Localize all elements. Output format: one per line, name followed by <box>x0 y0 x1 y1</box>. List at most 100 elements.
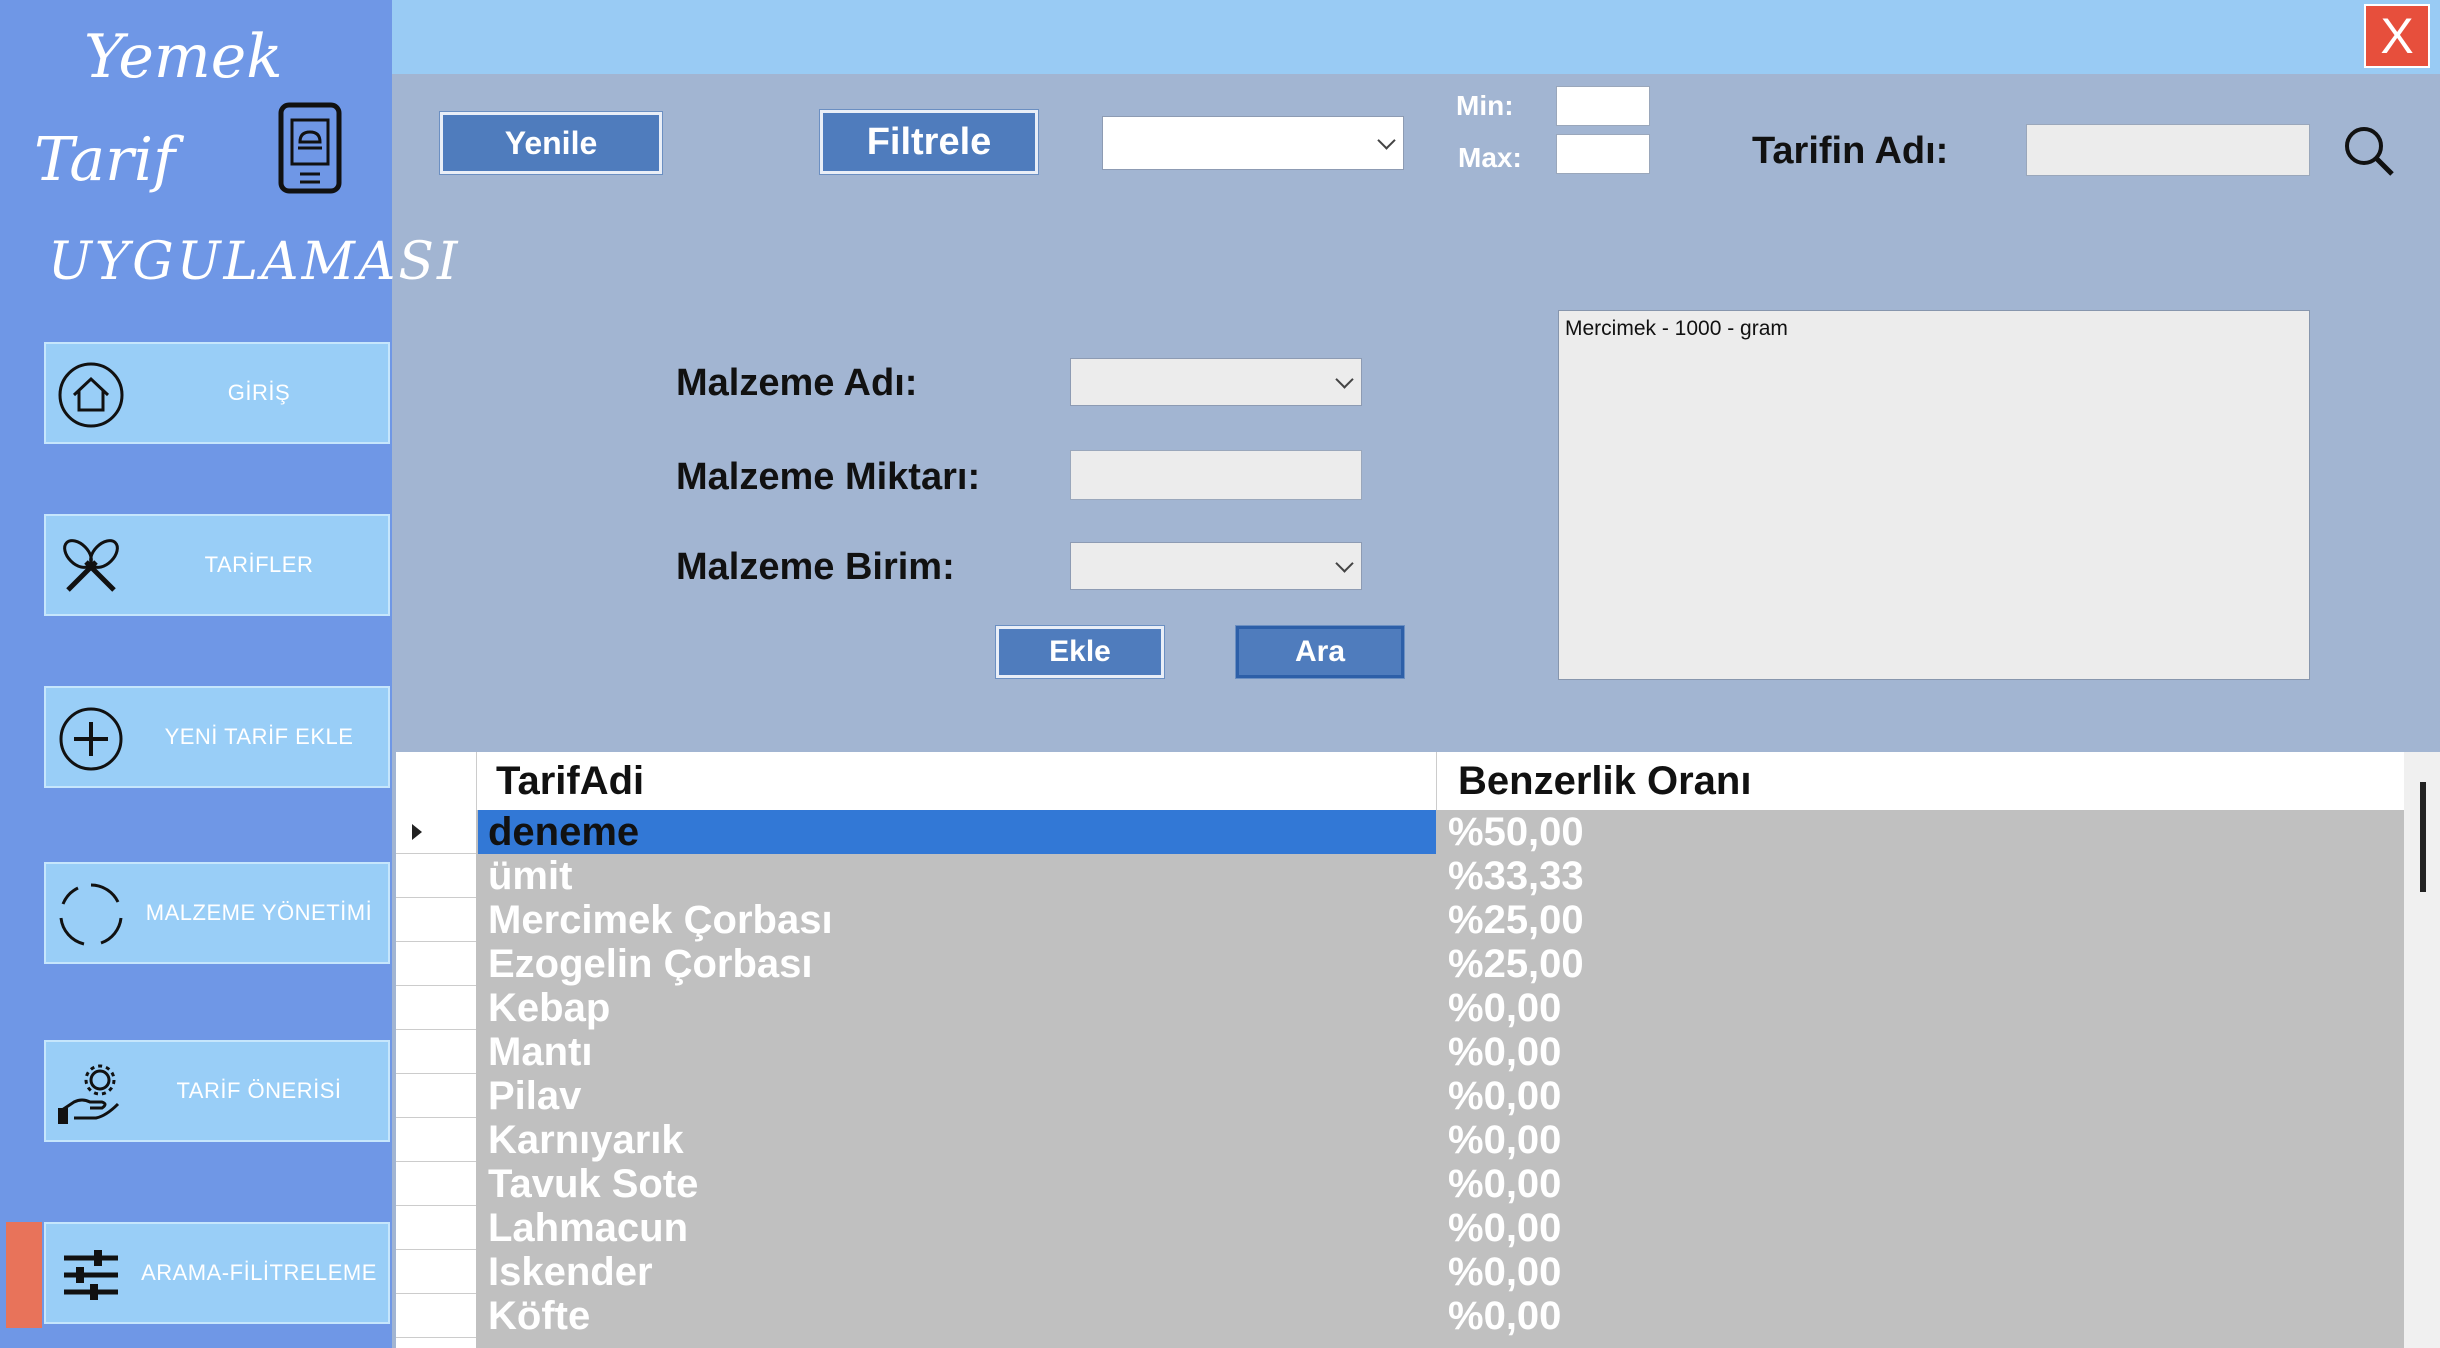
column-divider <box>476 752 477 810</box>
title-bar: X <box>392 0 2440 74</box>
cell-tarifadi[interactable]: Iskender <box>478 1250 1436 1294</box>
cell-benzerlik[interactable]: %25,00 <box>1438 942 2406 986</box>
cell-benzerlik[interactable]: %33,33 <box>1438 854 2406 898</box>
column-header-benzerlik[interactable]: Benzerlik Oranı <box>1458 752 1751 810</box>
cell-tarifadi[interactable]: ümit <box>478 854 1436 898</box>
chevron-down-icon <box>1377 131 1396 150</box>
sidebar-item-label: GİRİŞ <box>227 380 291 405</box>
search-icon[interactable] <box>2342 124 2396 178</box>
row-header-cell[interactable] <box>396 1162 476 1206</box>
cell-benzerlik[interactable]: %25,00 <box>1438 898 2406 942</box>
min-input[interactable] <box>1556 86 1650 126</box>
chevron-down-icon <box>1335 554 1354 573</box>
cell-benzerlik[interactable]: %0,00 <box>1438 1118 2406 1162</box>
close-button[interactable]: X <box>2364 4 2430 68</box>
whisk-icon <box>63 539 119 592</box>
sidebar-item-yeni-tarif-ekle[interactable]: YENİ TARİF EKLE <box>44 686 390 788</box>
cell-benzerlik[interactable]: %0,00 <box>1438 1030 2406 1074</box>
sidebar-item-arama-filitreleme[interactable]: ARAMA-FİLİTRELEME <box>44 1222 390 1324</box>
column-header-tarifadi[interactable]: TarifAdi <box>496 752 644 810</box>
table-row[interactable]: Ezogelin Çorbası %25,00 <box>396 942 2406 986</box>
row-header-cell[interactable] <box>396 1250 476 1294</box>
table-row[interactable]: Lahmacun %0,00 <box>396 1206 2406 1250</box>
hand-gear-icon <box>58 1064 120 1124</box>
cell-tarifadi[interactable]: Tavuk Sote <box>478 1162 1436 1206</box>
column-divider <box>1436 752 1437 810</box>
row-header-cell[interactable] <box>396 942 476 986</box>
row-header-cell[interactable] <box>396 1294 476 1338</box>
cell-tarifadi[interactable]: Kebap <box>478 986 1436 1030</box>
table-row[interactable]: Iskender %0,00 <box>396 1250 2406 1294</box>
row-header-cell[interactable] <box>396 986 476 1030</box>
add-ingredient-button[interactable]: Ekle <box>995 625 1165 679</box>
scrollbar-thumb[interactable] <box>2420 782 2426 892</box>
row-header-cell[interactable] <box>396 1074 476 1118</box>
row-header-cell[interactable] <box>396 898 476 942</box>
table-row[interactable]: Mantı %0,00 <box>396 1030 2406 1074</box>
cell-tarifadi[interactable]: Ezogelin Çorbası <box>478 942 1436 986</box>
table-row[interactable]: Tavuk Sote %0,00 <box>396 1162 2406 1206</box>
logo-text-app: UYGULAMASI <box>48 232 461 292</box>
table-row[interactable]: deneme %50,00 <box>396 810 2406 854</box>
cell-benzerlik[interactable]: %0,00 <box>1438 986 2406 1030</box>
vertical-scrollbar[interactable] <box>2404 752 2440 1348</box>
filter-select[interactable] <box>1102 116 1404 170</box>
recipe-name-input[interactable] <box>2026 124 2310 176</box>
cell-tarifadi[interactable]: deneme <box>478 810 1436 854</box>
sidebar-item-giris[interactable]: GİRİŞ <box>44 342 390 444</box>
sidebar-item-label: YENİ TARİF EKLE <box>164 724 354 749</box>
cell-tarifadi[interactable]: Karnıyarık <box>478 1118 1436 1162</box>
sidebar: Yemek Tarif UYGULAMASI GİRİŞ TARİFLER YE… <box>0 0 458 1348</box>
ingredient-name-label: Malzeme Adı: <box>676 362 918 404</box>
sidebar-item-label: ARAMA-FİLİTRELEME <box>141 1260 377 1285</box>
plus-circle-icon <box>59 707 123 771</box>
row-header-cell[interactable] <box>396 1030 476 1074</box>
table-row[interactable]: Mercimek Çorbası %25,00 <box>396 898 2406 942</box>
logo-text-tarif: Tarif <box>34 125 176 195</box>
cell-benzerlik[interactable]: %0,00 <box>1438 1294 2406 1338</box>
cell-tarifadi[interactable]: Mercimek Çorbası <box>478 898 1436 942</box>
sidebar-item-tarifler[interactable]: TARİFLER <box>44 514 390 616</box>
ingredient-name-select[interactable] <box>1070 358 1362 406</box>
row-pointer-icon <box>412 824 422 840</box>
refresh-button[interactable]: Yenile <box>439 111 663 175</box>
active-nav-indicator <box>6 1222 42 1328</box>
cell-benzerlik[interactable]: %0,00 <box>1438 1074 2406 1118</box>
sidebar-item-label: TARİF ÖNERİSİ <box>176 1078 342 1103</box>
table-row[interactable]: Kebap %0,00 <box>396 986 2406 1030</box>
ingredient-unit-select[interactable] <box>1070 542 1362 590</box>
max-label: Max: <box>1458 142 1522 173</box>
row-header-cell[interactable] <box>396 854 476 898</box>
max-input[interactable] <box>1556 134 1650 174</box>
results-grid[interactable]: TarifAdi Benzerlik Oranı deneme %50,00 ümi… <box>396 752 2440 1348</box>
sidebar-item-malzeme-yonetimi[interactable]: MALZEME YÖNETİMİ <box>44 862 390 964</box>
row-header-cell[interactable] <box>396 1206 476 1250</box>
sidebar-item-tarif-onerisi[interactable]: TARİF ÖNERİSİ <box>44 1040 390 1142</box>
table-row[interactable]: Köfte %0,00 <box>396 1294 2406 1338</box>
recipe-phone-icon <box>278 102 342 194</box>
loading-circle-icon <box>59 883 123 946</box>
table-row[interactable]: Pilav %0,00 <box>396 1074 2406 1118</box>
filter-button[interactable]: Filtrele <box>819 109 1039 175</box>
cell-tarifadi[interactable]: Mantı <box>478 1030 1436 1074</box>
selected-ingredients-list[interactable]: Mercimek - 1000 - gram <box>1558 310 2310 680</box>
cell-benzerlik[interactable]: %0,00 <box>1438 1250 2406 1294</box>
sidebar-item-label: TARİFLER <box>204 552 314 577</box>
recipe-name-label: Tarifin Adı: <box>1752 130 1949 172</box>
cell-benzerlik[interactable]: %0,00 <box>1438 1162 2406 1206</box>
row-header-cell[interactable] <box>396 1118 476 1162</box>
ingredient-amount-input[interactable] <box>1070 450 1362 500</box>
table-row[interactable]: Karnıyarık %0,00 <box>396 1118 2406 1162</box>
cell-tarifadi[interactable]: Köfte <box>478 1294 1436 1338</box>
cell-tarifadi[interactable]: Lahmacun <box>478 1206 1436 1250</box>
row-header-cell[interactable] <box>396 810 476 854</box>
min-label: Min: <box>1456 90 1514 121</box>
cell-benzerlik[interactable]: %50,00 <box>1438 810 2406 854</box>
cell-benzerlik[interactable]: %0,00 <box>1438 1206 2406 1250</box>
sidebar-item-label: MALZEME YÖNETİMİ <box>145 900 373 925</box>
cell-tarifadi[interactable]: Pilav <box>478 1074 1436 1118</box>
home-icon <box>58 362 124 428</box>
table-row[interactable]: ümit %33,33 <box>396 854 2406 898</box>
search-by-ingredient-button[interactable]: Ara <box>1235 625 1405 679</box>
list-item[interactable]: Mercimek - 1000 - gram <box>1565 317 2303 341</box>
